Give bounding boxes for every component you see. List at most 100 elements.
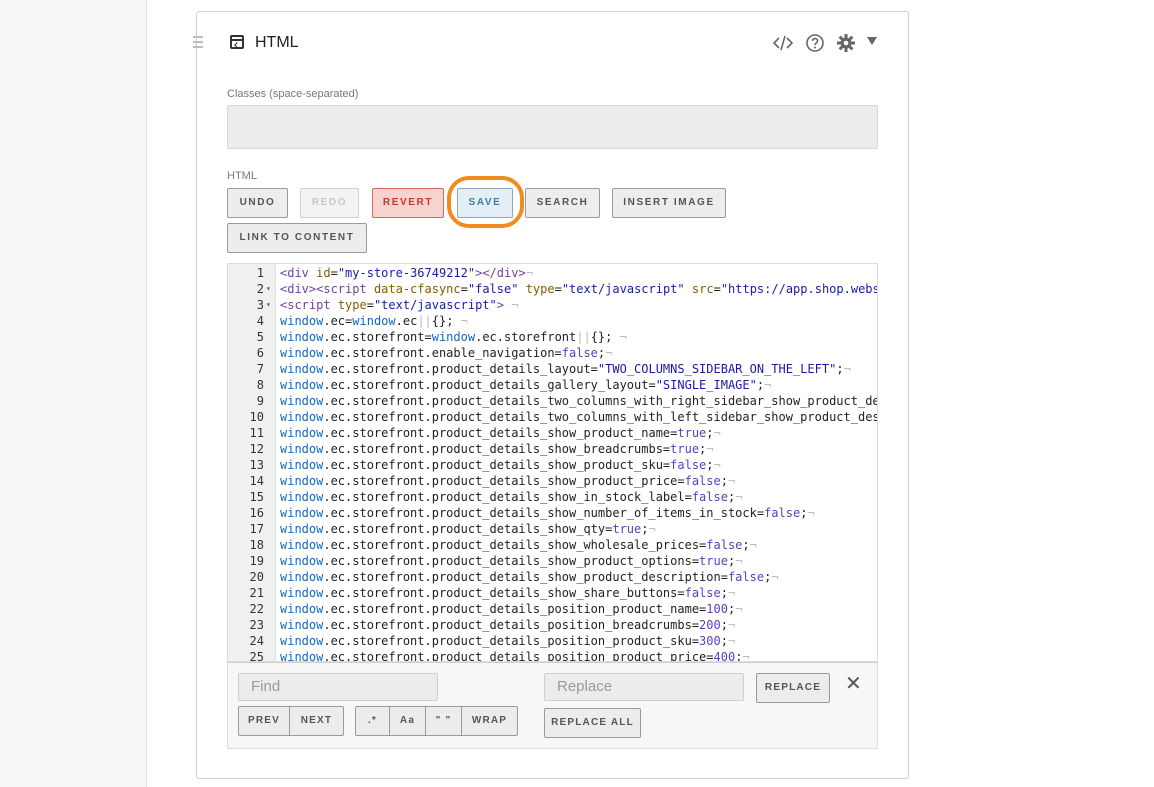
code-line[interactable]: 16 window.ec.storefront.product_details_s… xyxy=(228,505,877,521)
code-text: <div id="my-store-36749212"></div>¬ xyxy=(280,266,533,280)
line-number: 12 xyxy=(249,442,264,456)
fold-arrow-icon[interactable]: ▾ xyxy=(266,297,271,313)
code-text: window.ec.storefront=window.ec.storefron… xyxy=(280,330,627,344)
code-text: window.ec.storefront.product_details_gal… xyxy=(280,378,772,392)
redo-button[interactable]: REDO xyxy=(300,188,359,218)
fold-arrow-icon[interactable]: ▾ xyxy=(266,281,271,297)
code-line[interactable]: 15 window.ec.storefront.product_details_s… xyxy=(228,489,877,505)
code-line[interactable]: 9 window.ec.storefront.product_details_tw… xyxy=(228,393,877,409)
code-line[interactable]: 20 window.ec.storefront.product_details_s… xyxy=(228,569,877,585)
code-text: window.ec.storefront.product_details_sho… xyxy=(280,490,743,504)
line-number: 8 xyxy=(256,378,264,392)
close-icon[interactable]: ✕ xyxy=(845,674,862,694)
line-number: 4 xyxy=(256,314,264,328)
left-sidebar xyxy=(0,0,147,787)
code-line[interactable]: 10 window.ec.storefront.product_details_t… xyxy=(228,409,877,425)
code-line[interactable]: 23 window.ec.storefront.product_details_p… xyxy=(228,617,877,633)
code-line[interactable]: 17 window.ec.storefront.product_details_s… xyxy=(228,521,877,537)
line-number: 6 xyxy=(256,346,264,360)
code-text: window.ec.storefront.product_details_pos… xyxy=(280,602,743,616)
revert-button[interactable]: REVERT xyxy=(372,188,444,218)
replace-button[interactable]: REPLACE xyxy=(756,673,830,703)
line-number: 17 xyxy=(249,522,264,536)
line-number: 11 xyxy=(249,426,264,440)
undo-button[interactable]: UNDO xyxy=(227,188,288,218)
wrap-toggle[interactable]: WRAP xyxy=(461,706,518,736)
regex-toggle[interactable]: .* xyxy=(355,706,390,736)
code-line[interactable]: 12 window.ec.storefront.product_details_s… xyxy=(228,441,877,457)
insert-image-button[interactable]: INSERT IMAGE xyxy=(612,188,726,218)
code-line[interactable]: 4 window.ec=window.ec||{}; ¬ xyxy=(228,313,877,329)
code-text: window.ec.storefront.product_details_sho… xyxy=(280,586,736,600)
line-number: 9 xyxy=(256,394,264,408)
search-button[interactable]: SEARCH xyxy=(525,188,600,218)
code-line[interactable]: 7 window.ec.storefront.product_details_la… xyxy=(228,361,877,377)
line-number: 19 xyxy=(249,554,264,568)
panel-header: HTML xyxy=(197,12,908,72)
line-number: 14 xyxy=(249,474,264,488)
line-number: 2 xyxy=(256,282,264,296)
code-text: window.ec.storefront.product_details_sho… xyxy=(280,570,779,584)
html-block-panel: HTML Classes (space-separated) HTML UNDO… xyxy=(193,11,909,779)
html-block-icon xyxy=(230,35,244,49)
code-line[interactable]: 11 window.ec.storefront.product_details_s… xyxy=(228,425,877,441)
code-line[interactable]: 21 window.ec.storefront.product_details_s… xyxy=(228,585,877,601)
code-line[interactable]: 18 window.ec.storefront.product_details_s… xyxy=(228,537,877,553)
code-line[interactable]: 5 window.ec.storefront=window.ec.storefro… xyxy=(228,329,877,345)
code-editor[interactable]: 1 <div id="my-store-36749212"></div>¬ 2 ▾ <d… xyxy=(227,263,878,662)
code-line[interactable]: 13 window.ec.storefront.product_details_s… xyxy=(228,457,877,473)
whole-word-toggle[interactable]: " " xyxy=(425,706,462,736)
line-number: 25 xyxy=(249,650,264,662)
code-line[interactable]: 25 window.ec.storefront.product_details_p… xyxy=(228,649,877,662)
code-text: <div><script data-cfasync="false" type="… xyxy=(280,282,878,296)
help-icon[interactable] xyxy=(805,33,825,53)
line-number: 21 xyxy=(249,586,264,600)
code-text: window.ec.storefront.product_details_sho… xyxy=(280,458,721,472)
line-number: 23 xyxy=(249,618,264,632)
code-text: window.ec.storefront.product_details_sho… xyxy=(280,538,757,552)
line-number: 22 xyxy=(249,602,264,616)
code-line[interactable]: 1 <div id="my-store-36749212"></div>¬ xyxy=(228,265,877,281)
code-text: window.ec.storefront.enable_navigation=f… xyxy=(280,346,613,360)
code-text: window.ec.storefront.product_details_sho… xyxy=(280,474,736,488)
code-icon[interactable] xyxy=(773,33,793,53)
code-text: window.ec.storefront.product_details_sho… xyxy=(280,426,721,440)
code-line[interactable]: 24 window.ec.storefront.product_details_p… xyxy=(228,633,877,649)
code-text: window.ec.storefront.product_details_pos… xyxy=(280,650,750,662)
caret-down-icon[interactable] xyxy=(866,35,878,47)
line-number: 13 xyxy=(249,458,264,472)
code-line[interactable]: 3 ▾ <script type="text/javascript"> ¬ xyxy=(228,297,877,313)
code-text: <script type="text/javascript"> ¬ xyxy=(280,298,519,312)
code-line[interactable]: 22 window.ec.storefront.product_details_p… xyxy=(228,601,877,617)
code-text: window.ec.storefront.product_details_sho… xyxy=(280,442,714,456)
code-line[interactable]: 8 window.ec.storefront.product_details_ga… xyxy=(228,377,877,393)
prev-button[interactable]: PREV xyxy=(238,706,290,736)
link-to-content-button[interactable]: LINK TO CONTENT xyxy=(227,223,367,253)
line-number: 18 xyxy=(249,538,264,552)
code-text: window.ec.storefront.product_details_sho… xyxy=(280,522,656,536)
classes-input[interactable] xyxy=(227,105,878,149)
code-text: window.ec.storefront.product_details_sho… xyxy=(280,506,815,520)
line-number: 16 xyxy=(249,506,264,520)
replace-input[interactable]: Replace xyxy=(544,673,744,701)
find-input[interactable]: Find xyxy=(238,673,438,701)
code-line[interactable]: 14 window.ec.storefront.product_details_s… xyxy=(228,473,877,489)
find-replace-bar: Find Replace REPLACE ✕ PREV NEXT .* Aa "… xyxy=(227,662,878,749)
code-line[interactable]: 2 ▾ <div><script data-cfasync="false" type… xyxy=(228,281,877,297)
line-number: 1 xyxy=(256,266,264,280)
code-text: window.ec.storefront.product_details_sho… xyxy=(280,554,743,568)
classes-label: Classes (space-separated) xyxy=(227,88,359,100)
next-button[interactable]: NEXT xyxy=(289,706,344,736)
replace-all-button[interactable]: REPLACE ALL xyxy=(544,708,641,738)
line-number: 3 xyxy=(256,298,264,312)
code-text: window.ec.storefront.product_details_two… xyxy=(280,394,878,408)
case-sensitive-toggle[interactable]: Aa xyxy=(389,706,426,736)
code-line[interactable]: 19 window.ec.storefront.product_details_s… xyxy=(228,553,877,569)
line-number: 5 xyxy=(256,330,264,344)
code-line[interactable]: 6 window.ec.storefront.enable_navigation=… xyxy=(228,345,877,361)
line-number: 20 xyxy=(249,570,264,584)
code-text: window.ec.storefront.product_details_pos… xyxy=(280,618,736,632)
code-text: window.ec.storefront.product_details_lay… xyxy=(280,362,851,376)
gear-icon[interactable] xyxy=(836,33,856,53)
save-button[interactable]: SAVE xyxy=(457,188,513,218)
